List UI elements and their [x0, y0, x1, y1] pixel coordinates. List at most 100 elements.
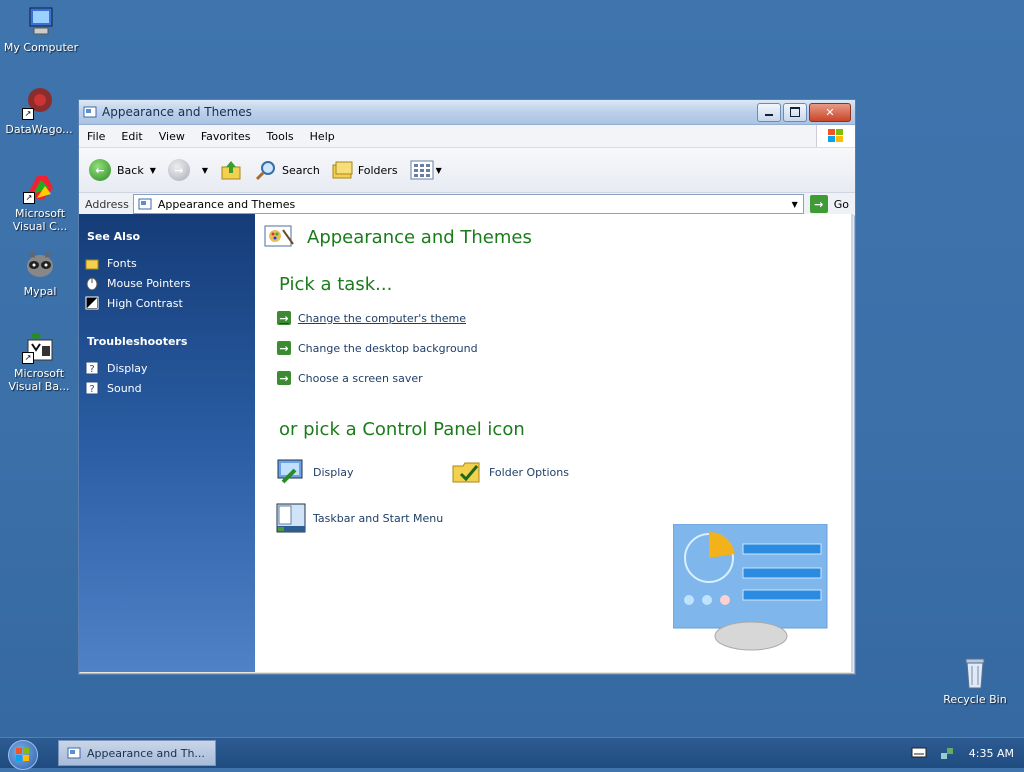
go-button[interactable]: → Go — [809, 195, 849, 213]
computer-icon — [24, 4, 58, 38]
keyboard-icon[interactable] — [911, 746, 927, 760]
desktop-icon-label: Mypal — [23, 285, 57, 298]
desktop-icon-my-computer[interactable]: My Computer — [2, 4, 80, 54]
pick-task-heading: Pick a task... — [279, 274, 393, 295]
windows-flag-icon — [816, 125, 855, 147]
task-screen-saver[interactable]: → Choose a screen saver — [277, 371, 423, 385]
menu-bar: File Edit View Favorites Tools Help — [79, 125, 855, 148]
see-also-label: High Contrast — [107, 296, 183, 310]
close-button[interactable]: ✕ — [809, 102, 851, 122]
go-label: Go — [833, 197, 849, 211]
display-icon — [277, 459, 303, 484]
desktop-icon-datawagon[interactable]: ↗ DataWago... — [0, 86, 78, 136]
control-panel-icon — [67, 747, 81, 759]
task-change-theme[interactable]: → Change the computer's theme — [277, 311, 466, 325]
appearance-illustration — [673, 524, 828, 651]
network-icon[interactable] — [939, 746, 955, 760]
desktop-icon-label: Microsoft Visual C... — [12, 207, 68, 233]
see-also-fonts[interactable]: Fonts — [85, 253, 255, 273]
control-panel-icon — [83, 106, 97, 118]
task-label: Change the computer's theme — [298, 311, 466, 325]
minimize-icon — [765, 114, 773, 116]
troubleshooter-display[interactable]: ? Display — [85, 358, 255, 378]
folders-button[interactable]: Folders — [332, 160, 398, 180]
svg-text:?: ? — [89, 384, 94, 395]
forward-button[interactable]: → ▼ — [167, 159, 208, 181]
menu-view[interactable]: View — [151, 130, 193, 143]
vertical-scrollbar[interactable] — [851, 214, 853, 672]
svg-text:?: ? — [89, 364, 94, 375]
visual-c-icon: ↗ — [23, 170, 57, 204]
raccoon-icon — [23, 248, 57, 282]
shortcut-arrow-icon: ↗ — [22, 108, 34, 120]
main-pane: Appearance and Themes Pick a task... → C… — [255, 214, 853, 672]
green-arrow-icon: → — [277, 371, 291, 385]
cp-taskbar-start-menu[interactable]: Taskbar and Start Menu — [275, 502, 443, 534]
desktop-icon-visual-basic[interactable]: ↗ Microsoft Visual Ba... — [0, 330, 78, 393]
menu-favorites[interactable]: Favorites — [193, 130, 259, 143]
start-button[interactable] — [8, 740, 38, 770]
clock[interactable]: 4:35 AM — [969, 747, 1014, 760]
troubleshooter-label: Display — [107, 361, 148, 375]
page-title: Appearance and Themes — [263, 220, 532, 254]
chevron-down-icon[interactable]: ▼ — [787, 200, 803, 209]
search-button[interactable]: Search — [254, 159, 320, 181]
desktop-icon-label: Recycle Bin — [943, 693, 1007, 706]
mouse-icon — [86, 277, 98, 290]
desktop-icon-recycle-bin[interactable]: Recycle Bin — [936, 656, 1014, 706]
folders-label: Folders — [357, 163, 398, 177]
taskbar-window-button[interactable]: Appearance and Th... — [58, 740, 216, 766]
appearance-themes-icon — [264, 225, 294, 247]
see-also-label: Fonts — [107, 256, 137, 270]
maximize-icon — [790, 107, 800, 117]
menu-tools[interactable]: Tools — [259, 130, 302, 143]
see-also-label: Mouse Pointers — [107, 276, 191, 290]
task-label: Change the desktop background — [298, 341, 478, 355]
appearance-window: Appearance and Themes ✕ File Edit View F… — [78, 99, 856, 675]
windows-logo-icon — [16, 748, 29, 761]
see-also-mouse-pointers[interactable]: Mouse Pointers — [85, 273, 255, 293]
visual-basic-icon: ↗ — [22, 330, 56, 364]
menu-file[interactable]: File — [79, 130, 113, 143]
see-also-header: See Also — [87, 230, 141, 243]
help-icon: ? — [85, 381, 99, 395]
desktop-icon-label: My Computer — [3, 41, 79, 54]
maximize-button[interactable] — [783, 102, 807, 122]
back-button[interactable]: ← Back ▼ — [89, 159, 156, 181]
see-also-high-contrast[interactable]: High Contrast — [85, 293, 255, 313]
page-title-text: Appearance and Themes — [307, 226, 532, 248]
up-folder-icon — [221, 161, 241, 180]
cp-label: Taskbar and Start Menu — [313, 511, 444, 525]
menu-edit[interactable]: Edit — [113, 130, 150, 143]
troubleshooter-sound[interactable]: ? Sound — [85, 378, 255, 398]
toolbar: ← Back ▼ → ▼ Search Folders ▼ — [79, 148, 855, 193]
minimize-button[interactable] — [757, 102, 781, 122]
views-button[interactable]: ▼ — [410, 160, 442, 180]
task-pane: See Also Fonts Mouse Pointers High Contr… — [79, 214, 255, 672]
chevron-down-icon[interactable]: ▼ — [436, 166, 442, 175]
desktop-icon-label: DataWago... — [5, 123, 73, 136]
window-titlebar[interactable]: Appearance and Themes ✕ — [79, 100, 855, 125]
menu-help[interactable]: Help — [302, 130, 343, 143]
desktop-icon-visual-c[interactable]: ↗ Microsoft Visual C... — [1, 170, 79, 233]
desktop-icon-mypal[interactable]: Mypal — [1, 248, 79, 298]
cp-display[interactable]: Display — [275, 456, 354, 488]
up-folder-button[interactable] — [220, 159, 242, 181]
chevron-down-icon[interactable]: ▼ — [202, 166, 208, 175]
chevron-down-icon[interactable]: ▼ — [150, 166, 156, 175]
task-change-background[interactable]: → Change the desktop background — [277, 341, 478, 355]
green-arrow-icon: → — [277, 341, 291, 355]
troubleshooter-label: Sound — [107, 381, 142, 395]
recycle-bin-icon — [958, 656, 992, 690]
window-title: Appearance and Themes — [102, 105, 252, 119]
shortcut-arrow-icon: ↗ — [23, 192, 35, 204]
folders-icon — [332, 161, 353, 179]
go-arrow-icon: → — [809, 195, 828, 213]
search-label: Search — [282, 163, 320, 177]
desktop-icon-label: Microsoft Visual Ba... — [8, 367, 70, 393]
datawagon-icon: ↗ — [22, 86, 56, 120]
cp-folder-options[interactable]: Folder Options — [451, 456, 569, 488]
address-input[interactable]: Appearance and Themes ▼ — [132, 194, 804, 214]
shortcut-arrow-icon: ↗ — [22, 352, 34, 364]
control-panel-icon — [138, 198, 152, 210]
